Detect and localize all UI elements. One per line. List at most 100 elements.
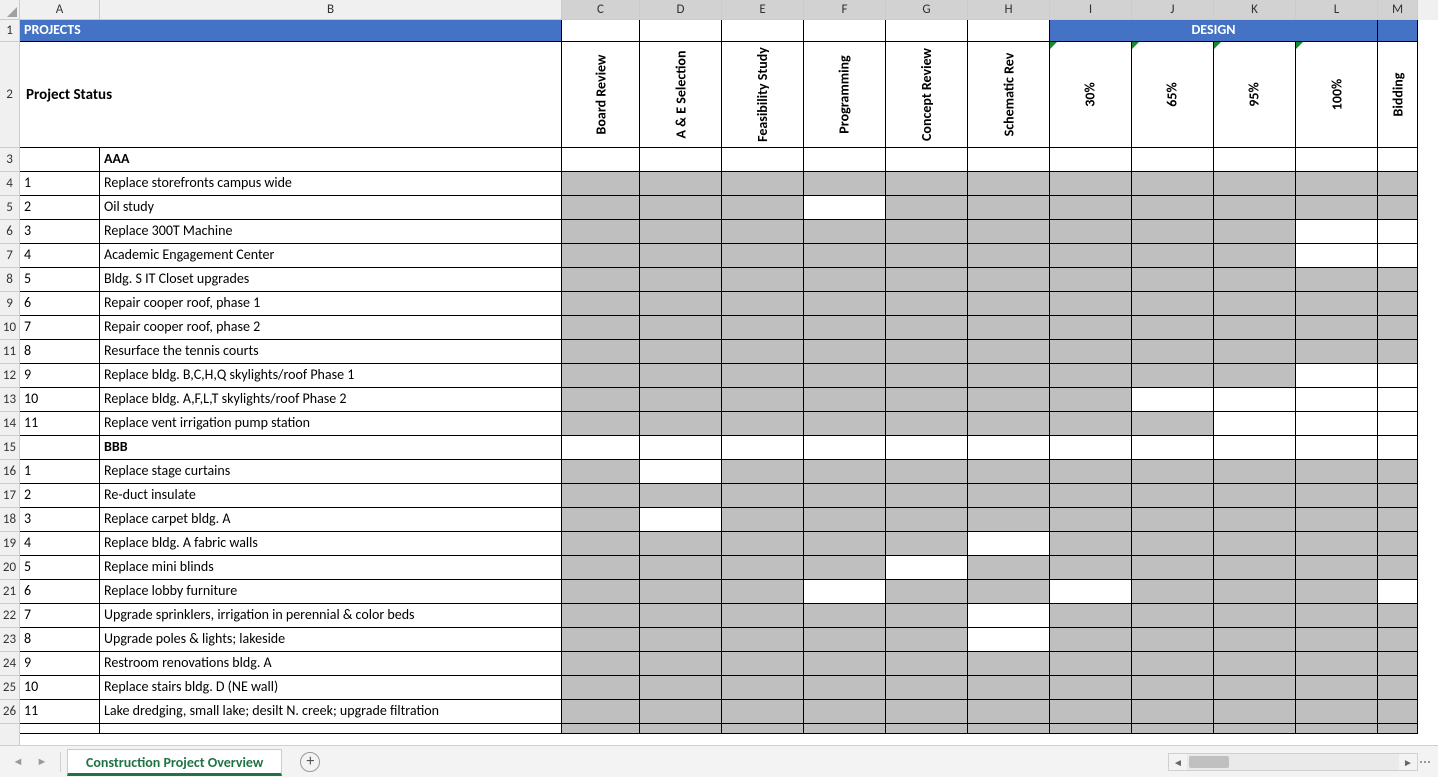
cell-C12[interactable] bbox=[562, 364, 640, 388]
cell-E6[interactable] bbox=[722, 220, 804, 244]
cell-H13[interactable] bbox=[968, 388, 1050, 412]
cell-C10[interactable] bbox=[562, 316, 640, 340]
cell-D19[interactable] bbox=[640, 532, 722, 556]
cell-H14[interactable] bbox=[968, 412, 1050, 436]
phase-header-J[interactable]: 65% bbox=[1132, 42, 1214, 148]
cell-C16[interactable] bbox=[562, 460, 640, 484]
phase-header-E[interactable]: Feasibility Study bbox=[722, 42, 804, 148]
cell-L20[interactable] bbox=[1296, 556, 1378, 580]
cell-J13[interactable] bbox=[1132, 388, 1214, 412]
cell-M6[interactable] bbox=[1378, 220, 1418, 244]
cell-K12[interactable] bbox=[1214, 364, 1296, 388]
cell-H22[interactable] bbox=[968, 604, 1050, 628]
cell-H27[interactable] bbox=[968, 724, 1050, 734]
cell-H1[interactable] bbox=[968, 20, 1050, 42]
cell-D22[interactable] bbox=[640, 604, 722, 628]
cell-M23[interactable] bbox=[1378, 628, 1418, 652]
row-header-26[interactable]: 26 bbox=[0, 700, 20, 724]
cell-E16[interactable] bbox=[722, 460, 804, 484]
cell-D17[interactable] bbox=[640, 484, 722, 508]
cell-J25[interactable] bbox=[1132, 676, 1214, 700]
cell-C23[interactable] bbox=[562, 628, 640, 652]
cell-E20[interactable] bbox=[722, 556, 804, 580]
cell-C15[interactable] bbox=[562, 436, 640, 460]
cell-M12[interactable] bbox=[1378, 364, 1418, 388]
cell-I6[interactable] bbox=[1050, 220, 1132, 244]
cell-B17[interactable]: Re-duct insulate bbox=[100, 484, 562, 508]
cell-A20[interactable]: 5 bbox=[20, 556, 100, 580]
cell-I18[interactable] bbox=[1050, 508, 1132, 532]
cell-B6[interactable]: Replace 300T Machine bbox=[100, 220, 562, 244]
row-header-7[interactable]: 7 bbox=[0, 244, 20, 268]
cell-E17[interactable] bbox=[722, 484, 804, 508]
row-header-6[interactable]: 6 bbox=[0, 220, 20, 244]
cell-L27[interactable] bbox=[1296, 724, 1378, 734]
cell-I13[interactable] bbox=[1050, 388, 1132, 412]
cell-J16[interactable] bbox=[1132, 460, 1214, 484]
row-header-15[interactable]: 15 bbox=[0, 436, 20, 460]
cell-H23[interactable] bbox=[968, 628, 1050, 652]
cell-H11[interactable] bbox=[968, 340, 1050, 364]
cell-M20[interactable] bbox=[1378, 556, 1418, 580]
row-header-22[interactable]: 22 bbox=[0, 604, 20, 628]
cell-H20[interactable] bbox=[968, 556, 1050, 580]
cell-F11[interactable] bbox=[804, 340, 886, 364]
cell-K3[interactable] bbox=[1214, 148, 1296, 172]
cell-B12[interactable]: Replace bldg. B,C,H,Q skylights/roof Pha… bbox=[100, 364, 562, 388]
cell-F22[interactable] bbox=[804, 604, 886, 628]
col-header-A[interactable]: A bbox=[20, 0, 100, 20]
cell-E24[interactable] bbox=[722, 652, 804, 676]
cell-D21[interactable] bbox=[640, 580, 722, 604]
cell-L17[interactable] bbox=[1296, 484, 1378, 508]
cell-L11[interactable] bbox=[1296, 340, 1378, 364]
cell-B8[interactable]: Bldg. S IT Closet upgrades bbox=[100, 268, 562, 292]
cell-E3[interactable] bbox=[722, 148, 804, 172]
cell-D3[interactable] bbox=[640, 148, 722, 172]
cell-F25[interactable] bbox=[804, 676, 886, 700]
col-header-K[interactable]: K bbox=[1214, 0, 1296, 20]
cell-G17[interactable] bbox=[886, 484, 968, 508]
cell-A9[interactable]: 6 bbox=[20, 292, 100, 316]
cell-I16[interactable] bbox=[1050, 460, 1132, 484]
cell-J15[interactable] bbox=[1132, 436, 1214, 460]
row-header-19[interactable]: 19 bbox=[0, 532, 20, 556]
cell-F4[interactable] bbox=[804, 172, 886, 196]
cell-J7[interactable] bbox=[1132, 244, 1214, 268]
cell-H10[interactable] bbox=[968, 316, 1050, 340]
cell-F24[interactable] bbox=[804, 652, 886, 676]
cell-J11[interactable] bbox=[1132, 340, 1214, 364]
cell-K17[interactable] bbox=[1214, 484, 1296, 508]
cell-F12[interactable] bbox=[804, 364, 886, 388]
cell-B21[interactable]: Replace lobby furniture bbox=[100, 580, 562, 604]
row-header-23[interactable]: 23 bbox=[0, 628, 20, 652]
cell-D23[interactable] bbox=[640, 628, 722, 652]
cell-K6[interactable] bbox=[1214, 220, 1296, 244]
cell-L19[interactable] bbox=[1296, 532, 1378, 556]
cell-F7[interactable] bbox=[804, 244, 886, 268]
cell-F26[interactable] bbox=[804, 700, 886, 724]
col-header-E[interactable]: E bbox=[722, 0, 804, 20]
cell-L5[interactable] bbox=[1296, 196, 1378, 220]
cell-F5[interactable] bbox=[804, 196, 886, 220]
cell-G26[interactable] bbox=[886, 700, 968, 724]
phase-header-I[interactable]: 30% bbox=[1050, 42, 1132, 148]
cell-H21[interactable] bbox=[968, 580, 1050, 604]
cell-J18[interactable] bbox=[1132, 508, 1214, 532]
cell-J5[interactable] bbox=[1132, 196, 1214, 220]
cell-H9[interactable] bbox=[968, 292, 1050, 316]
cell-J19[interactable] bbox=[1132, 532, 1214, 556]
cell-A11[interactable]: 8 bbox=[20, 340, 100, 364]
cell-I9[interactable] bbox=[1050, 292, 1132, 316]
cell-H17[interactable] bbox=[968, 484, 1050, 508]
cell-H18[interactable] bbox=[968, 508, 1050, 532]
cell-J14[interactable] bbox=[1132, 412, 1214, 436]
cell-G20[interactable] bbox=[886, 556, 968, 580]
cell-H12[interactable] bbox=[968, 364, 1050, 388]
cell-D4[interactable] bbox=[640, 172, 722, 196]
phase-header-K[interactable]: 95% bbox=[1214, 42, 1296, 148]
cell-L25[interactable] bbox=[1296, 676, 1378, 700]
col-header-M[interactable]: M bbox=[1378, 0, 1418, 20]
cell-I22[interactable] bbox=[1050, 604, 1132, 628]
cell-M11[interactable] bbox=[1378, 340, 1418, 364]
cell-F27[interactable] bbox=[804, 724, 886, 734]
